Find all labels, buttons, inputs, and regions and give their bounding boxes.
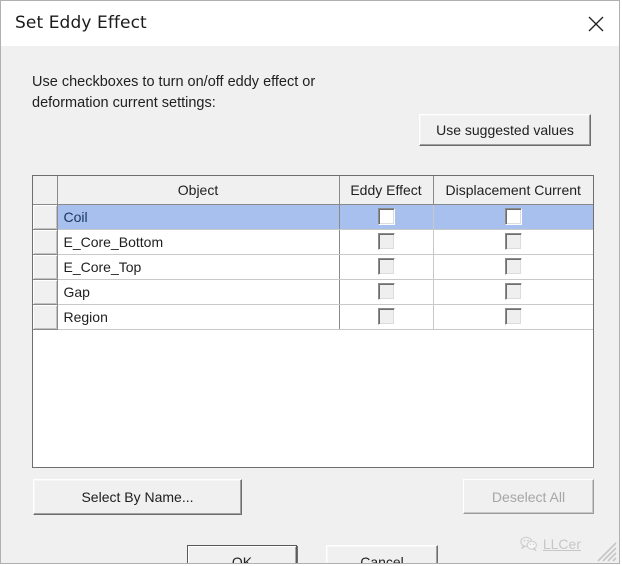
row-selector-cell[interactable] (33, 304, 58, 330)
table-empty-area (33, 329, 593, 467)
dialog-titlebar: Set Eddy Effect (1, 1, 619, 46)
eddy-effect-checkbox[interactable] (377, 283, 395, 301)
use-suggested-values-button[interactable]: Use suggested values (419, 114, 591, 146)
object-name-cell[interactable]: Region (57, 304, 340, 330)
object-name-cell[interactable]: E_Core_Bottom (57, 229, 340, 255)
column-header-object[interactable]: Object (57, 176, 340, 205)
table-row[interactable]: E_Core_Top (33, 254, 593, 280)
displacement-current-cell[interactable] (433, 204, 593, 230)
displacement-current-checkbox[interactable] (504, 233, 522, 251)
displacement-current-checkbox[interactable] (504, 208, 522, 226)
column-header-eddy-effect[interactable]: Eddy Effect (339, 176, 434, 205)
eddy-effect-checkbox[interactable] (377, 233, 395, 251)
object-name-cell[interactable]: E_Core_Top (57, 254, 340, 280)
displacement-current-checkbox[interactable] (504, 308, 522, 326)
close-button[interactable] (573, 1, 619, 46)
row-selector-cell[interactable] (33, 279, 58, 305)
table-row[interactable]: Gap (33, 279, 593, 305)
eddy-effect-cell[interactable] (339, 304, 434, 330)
displacement-current-checkbox[interactable] (504, 283, 522, 301)
empty-cell (339, 329, 433, 467)
dialog-body: Use checkboxes to turn on/off eddy effec… (1, 46, 619, 563)
watermark: LLCer (520, 536, 581, 552)
close-icon (588, 16, 604, 31)
dialog-title: Set Eddy Effect (15, 13, 147, 33)
object-name-cell[interactable]: Gap (57, 279, 340, 305)
displacement-current-cell[interactable] (433, 279, 593, 305)
object-name-cell[interactable]: Coil (57, 204, 340, 230)
displacement-current-cell[interactable] (433, 304, 593, 330)
wechat-icon (520, 536, 537, 552)
row-selector-cell[interactable] (33, 229, 58, 255)
column-header-displacement-current[interactable]: Displacement Current (433, 176, 593, 205)
displacement-current-checkbox[interactable] (504, 258, 522, 276)
resize-grip-icon[interactable] (595, 540, 617, 562)
empty-cell (433, 329, 593, 467)
column-header-selector[interactable] (33, 176, 58, 205)
empty-cell (57, 329, 339, 467)
cancel-button[interactable]: Cancel (326, 545, 438, 563)
displacement-current-cell[interactable] (433, 254, 593, 280)
select-by-name-button[interactable]: Select By Name... (33, 479, 242, 515)
table-row[interactable]: Region (33, 304, 593, 330)
eddy-effect-cell[interactable] (339, 279, 434, 305)
displacement-current-cell[interactable] (433, 229, 593, 255)
ok-button[interactable]: OK (187, 545, 297, 563)
instructions-text: Use checkboxes to turn on/off eddy effec… (32, 74, 316, 111)
eddy-effect-cell[interactable] (339, 254, 434, 280)
eddy-effect-checkbox[interactable] (377, 308, 395, 326)
row-selector-cell[interactable] (33, 204, 58, 230)
table-body: Coil E_Core_Bottom E_Core_Top Gap Region (33, 204, 593, 467)
object-table[interactable]: Object Eddy Effect Displacement Current … (32, 175, 594, 468)
eddy-effect-checkbox[interactable] (377, 208, 395, 226)
table-row[interactable]: Coil (33, 204, 593, 230)
set-eddy-effect-dialog: Set Eddy Effect Use checkboxes to turn o… (0, 0, 620, 564)
empty-cell (33, 329, 57, 467)
deselect-all-button: Deselect All (463, 479, 594, 514)
eddy-effect-cell[interactable] (339, 229, 434, 255)
watermark-text: LLCer (542, 536, 581, 552)
table-row[interactable]: E_Core_Bottom (33, 229, 593, 255)
table-header-row: Object Eddy Effect Displacement Current (33, 176, 593, 205)
eddy-effect-cell[interactable] (339, 204, 434, 230)
row-selector-cell[interactable] (33, 254, 58, 280)
eddy-effect-checkbox[interactable] (377, 258, 395, 276)
